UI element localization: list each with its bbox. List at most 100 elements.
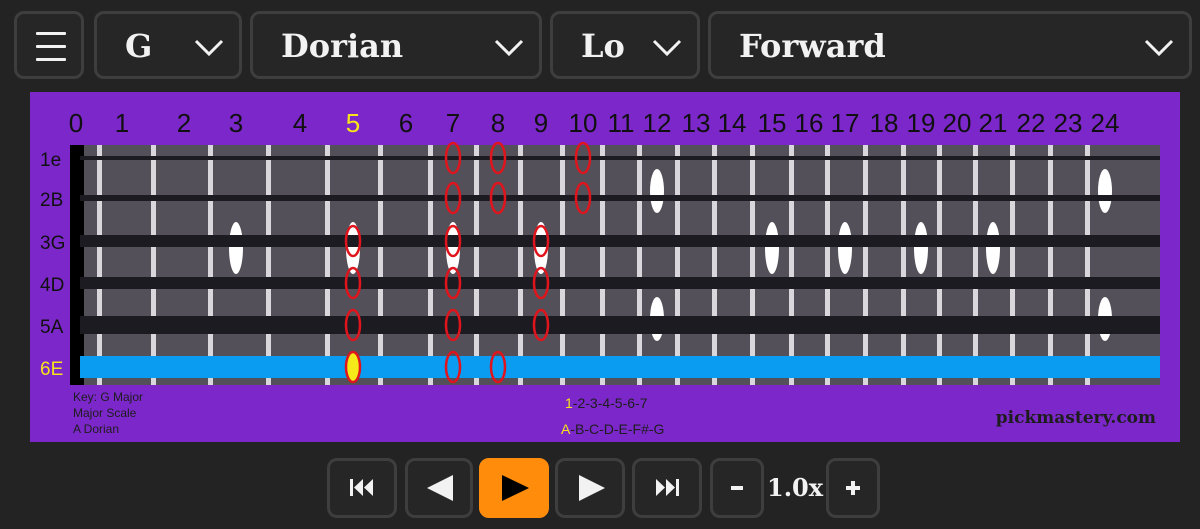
previous-icon — [427, 475, 453, 501]
fret-wire — [1010, 145, 1015, 385]
string-label: 4D — [40, 275, 64, 296]
slower-button[interactable] — [710, 458, 764, 518]
string-label: 3G — [40, 233, 65, 254]
fret-number: 7 — [446, 108, 460, 138]
fret-number: 1 — [115, 108, 129, 138]
info-mode: A Dorian — [73, 422, 119, 436]
mode-select-value: Dorian — [281, 28, 404, 64]
fret-number: 24 — [1091, 108, 1120, 138]
guitar-string — [80, 356, 1160, 378]
fret-wire — [518, 145, 523, 385]
fret-number: 3 — [229, 108, 243, 138]
fret-wire — [901, 145, 906, 385]
fret-wire — [97, 145, 102, 385]
fret-wire — [600, 145, 605, 385]
fret-wire — [675, 145, 680, 385]
note-rest: -B-C-D-E-F#-G — [570, 421, 664, 437]
fret-number: 17 — [831, 108, 860, 138]
key-select[interactable]: G — [94, 11, 242, 79]
fret-wire — [474, 145, 479, 385]
next-button[interactable] — [555, 458, 625, 518]
guitar-string — [80, 156, 1160, 160]
speed-display: 1.0x — [767, 473, 824, 502]
plus-icon — [846, 481, 860, 495]
fret-number: 6 — [399, 108, 413, 138]
guitar-string — [80, 277, 1160, 289]
fret-number: 22 — [1017, 108, 1046, 138]
fret-wire — [750, 145, 755, 385]
scale-degrees: 1-2-3-4-5-6-7 — [565, 395, 648, 411]
fretboard-panel: 0 1 2 3 4 5 6 7 8 9 10 11 12 13 14 15 16 17 18 19 20 21 22 23 24… — [30, 92, 1180, 442]
watermark: pickmastery.com — [996, 408, 1156, 428]
fret-wire — [973, 145, 978, 385]
fret-number: 0 — [69, 108, 83, 138]
fret-wire — [937, 145, 942, 385]
menu-button[interactable] — [14, 11, 84, 79]
skip-to-start-icon — [350, 479, 373, 496]
fret-wire — [560, 145, 565, 385]
chevron-down-icon — [194, 39, 224, 57]
fret-number: 13 — [682, 108, 711, 138]
fret-inlay — [914, 222, 928, 274]
skip-to-end-button[interactable] — [632, 458, 702, 518]
guitar-string — [80, 195, 1160, 201]
fret-number: 10 — [569, 108, 598, 138]
info-scale: Major Scale — [73, 406, 137, 420]
fret-wire — [266, 145, 271, 385]
fret-wire — [712, 145, 717, 385]
nut — [70, 145, 84, 385]
hamburger-icon — [36, 32, 66, 71]
direction-select-value: Forward — [739, 28, 886, 64]
toolbar: G Dorian Lo Forward — [0, 0, 1200, 90]
fret-wire — [325, 145, 330, 385]
fret-number: 18 — [870, 108, 899, 138]
string-label: 5A — [40, 317, 64, 338]
chevron-down-icon — [1144, 39, 1174, 57]
skip-to-end-icon — [656, 479, 679, 496]
fret-wire — [151, 145, 156, 385]
fret-number: 8 — [491, 108, 505, 138]
fret-number: 19 — [907, 108, 936, 138]
position-select-value: Lo — [581, 28, 625, 64]
fret-wire — [1048, 145, 1053, 385]
fret-number: 20 — [943, 108, 972, 138]
fret-inlay — [1098, 169, 1112, 213]
fret-wire — [208, 145, 213, 385]
fret-wire — [428, 145, 433, 385]
minus-icon — [731, 486, 743, 490]
previous-button[interactable] — [405, 458, 473, 518]
degree-root: 1 — [565, 395, 573, 411]
fret-inlay — [650, 169, 664, 213]
transport-bar — [0, 444, 1200, 529]
guitar-string — [80, 235, 1160, 247]
play-button[interactable] — [479, 458, 549, 518]
fret-wire — [1085, 145, 1090, 385]
fret-wire — [378, 145, 383, 385]
skip-to-start-button[interactable] — [327, 458, 397, 518]
degree-rest: -2-3-4-5-6-7 — [573, 395, 648, 411]
fret-number: 21 — [979, 108, 1008, 138]
next-icon — [579, 475, 605, 501]
fret-inlay — [765, 222, 779, 274]
direction-select[interactable]: Forward — [708, 11, 1192, 79]
fretboard-diagram: 0 1 2 3 4 5 6 7 8 9 10 11 12 13 14 15 16 17 18 19 20 21 22 23 24… — [40, 108, 1160, 437]
play-icon — [502, 475, 529, 501]
key-select-value: G — [125, 28, 153, 64]
info-key: Key: G Major — [73, 390, 143, 404]
position-select[interactable]: Lo — [550, 11, 700, 79]
fret-number: 16 — [795, 108, 824, 138]
chevron-down-icon — [494, 39, 524, 57]
fret-inlay — [229, 222, 243, 274]
fret-number: 14 — [718, 108, 747, 138]
current-note — [344, 350, 362, 384]
fret-wire — [863, 145, 868, 385]
fret-inlay — [838, 222, 852, 274]
fret-number: 5 — [346, 108, 360, 138]
fret-wire — [789, 145, 794, 385]
fret-number: 15 — [758, 108, 787, 138]
string-label: 6E — [40, 359, 63, 380]
fret-number: 23 — [1054, 108, 1083, 138]
faster-button[interactable] — [826, 458, 880, 518]
mode-select[interactable]: Dorian — [250, 11, 542, 79]
fret-number: 2 — [177, 108, 191, 138]
